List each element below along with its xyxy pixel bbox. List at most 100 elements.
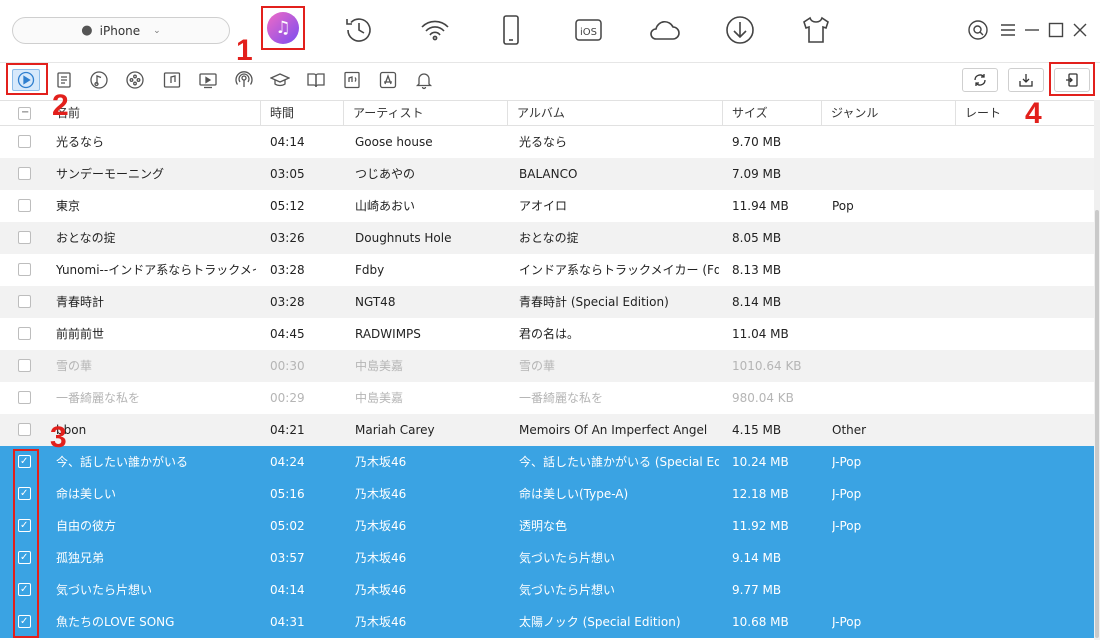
- annotation-4: 4: [1025, 97, 1042, 130]
- table-row[interactable]: おとなの掟 03:26 Doughnuts Hole おとなの掟 8.05 MB: [0, 222, 1094, 254]
- history-button[interactable]: [337, 8, 381, 52]
- cell-time: 04:45: [270, 327, 305, 341]
- search-button[interactable]: [966, 18, 990, 42]
- table-row[interactable]: 光るなら 04:14 Goose house 光るなら 9.70 MB: [0, 126, 1094, 158]
- category-voice-memo[interactable]: [124, 69, 146, 91]
- icloud-button[interactable]: [642, 8, 686, 52]
- cell-album: 雪の華: [519, 359, 556, 373]
- export-to-pc-button[interactable]: [1008, 68, 1044, 92]
- select-all-checkbox[interactable]: −: [18, 107, 31, 120]
- category-alerts[interactable]: [413, 69, 435, 91]
- column-album[interactable]: アルバム: [507, 101, 722, 126]
- download-icon: [726, 16, 754, 44]
- cell-album: 光るなら: [519, 135, 568, 149]
- table-row[interactable]: 自由の彼方 05:02 乃木坂46 透明な色 11.92 MB J-Pop: [0, 510, 1094, 542]
- column-rate[interactable]: レート: [955, 101, 1089, 126]
- table-row[interactable]: 命は美しい 05:16 乃木坂46 命は美しい(Type-A) 12.18 MB J-Po…: [0, 478, 1094, 510]
- cell-genre: [832, 254, 952, 286]
- downloader-button[interactable]: [718, 8, 762, 52]
- cell-album: Memoirs Of An Imperfect Angel: [519, 423, 708, 437]
- device-manager-button[interactable]: [489, 8, 533, 52]
- apple-icon: ●: [81, 23, 93, 38]
- table-row[interactable]: 気づいたら片想い 04:14 乃木坂46 気づいたら片想い 9.77 MB: [0, 574, 1094, 606]
- category-apps[interactable]: [377, 69, 399, 91]
- column-name[interactable]: 名前: [47, 101, 260, 126]
- cell-genre: Other: [832, 423, 867, 437]
- table-row[interactable]: サンデーモーニング 03:05 つじあやの BALANCO 7.09 MB: [0, 158, 1094, 190]
- category-books[interactable]: [305, 69, 327, 91]
- tv-show-icon: [199, 73, 217, 89]
- column-artist[interactable]: アーティスト: [343, 101, 507, 126]
- scrollbar-thumb[interactable]: [1095, 210, 1099, 638]
- cell-size: 7.09 MB: [732, 167, 782, 181]
- voice-memo-icon: [126, 71, 144, 89]
- category-playlist[interactable]: [54, 69, 76, 91]
- row-checkbox[interactable]: [18, 167, 31, 180]
- row-checkbox[interactable]: [18, 327, 31, 340]
- table-row[interactable]: Yunomi--インドア系ならトラックメイカー... 03:28 Fdby インドア系…: [0, 254, 1094, 286]
- category-audiobook[interactable]: [341, 69, 363, 91]
- ringtone-maker-button[interactable]: [794, 8, 838, 52]
- table-row[interactable]: 一番綺麗な私を 00:29 中島美嘉 一番綺麗な私を 980.04 KB: [0, 382, 1094, 414]
- table-row[interactable]: 今、話したい誰かがいる 04:24 乃木坂46 今、話したい誰かがいる (Specia…: [0, 446, 1094, 478]
- cell-artist: Fdby: [355, 263, 385, 277]
- category-podcast[interactable]: [233, 69, 255, 91]
- row-checkbox[interactable]: [18, 295, 31, 308]
- highlight-box-2: [6, 63, 48, 95]
- row-checkbox[interactable]: [18, 199, 31, 212]
- column-size[interactable]: サイズ: [722, 101, 821, 126]
- cell-artist: 乃木坂46: [355, 487, 407, 501]
- category-ringtone[interactable]: [88, 69, 110, 91]
- category-tv-show[interactable]: [197, 69, 219, 91]
- close-button[interactable]: [1070, 18, 1090, 42]
- cell-genre: [832, 126, 952, 158]
- refresh-button[interactable]: [962, 68, 998, 92]
- cell-time: 04:14: [270, 583, 305, 597]
- phone-icon: [503, 15, 519, 45]
- cell-album: 命は美しい(Type-A): [519, 487, 629, 501]
- table-row[interactable]: 雪の華 00:30 中島美嘉 雪の華 1010.64 KB: [0, 350, 1094, 382]
- cell-name: 気づいたら片想い: [56, 583, 153, 597]
- air-backup-button[interactable]: [413, 8, 457, 52]
- cell-size: 9.77 MB: [732, 583, 782, 597]
- cell-size: 10.68 MB: [732, 615, 789, 629]
- cell-artist: 乃木坂46: [355, 519, 407, 533]
- table-row[interactable]: 孤独兄弟 03:57 乃木坂46 気づいたら片想い 9.14 MB: [0, 542, 1094, 574]
- device-selector[interactable]: ● iPhone ⌄: [12, 17, 230, 44]
- row-checkbox[interactable]: [18, 423, 31, 436]
- row-checkbox[interactable]: [18, 391, 31, 404]
- row-checkbox[interactable]: [18, 135, 31, 148]
- music-icon: ♫: [267, 12, 299, 44]
- cell-size: 8.13 MB: [732, 263, 782, 277]
- maximize-button[interactable]: [1046, 18, 1066, 42]
- minimize-button[interactable]: [1022, 18, 1042, 42]
- top-toolbar: ● iPhone ⌄ ♫ iOS: [0, 0, 1100, 62]
- table-row[interactable]: 東京 05:12 山崎あおい アオイロ 11.94 MB Pop: [0, 190, 1094, 222]
- cell-name: サンデーモーニング: [56, 167, 165, 181]
- menu-button[interactable]: [998, 18, 1018, 42]
- cell-time: 03:26: [270, 231, 305, 245]
- table-row[interactable]: 魚たちのLOVE SONG 04:31 乃木坂46 太陽ノック (Special Ed…: [0, 606, 1094, 638]
- cell-artist: Goose house: [355, 135, 433, 149]
- row-checkbox[interactable]: [18, 263, 31, 276]
- cell-album: 青春時計 (Special Edition): [519, 295, 669, 309]
- cell-size: 8.14 MB: [732, 295, 782, 309]
- device-name: iPhone: [99, 23, 141, 38]
- cell-artist: 山崎あおい: [355, 199, 416, 213]
- music-manager-button[interactable]: ♫: [261, 6, 305, 50]
- table-header: − 名前 時間 アーティスト アルバム サイズ ジャンル レート: [0, 100, 1094, 126]
- annotation-2: 2: [52, 89, 69, 122]
- category-itunes-u[interactable]: [269, 69, 291, 91]
- row-checkbox[interactable]: [18, 359, 31, 372]
- column-time[interactable]: 時間: [260, 101, 343, 126]
- cell-name: 孤独兄弟: [56, 551, 105, 565]
- ios-mover-button[interactable]: iOS: [566, 8, 610, 52]
- column-genre[interactable]: ジャンル: [821, 101, 955, 126]
- cell-genre: [832, 286, 952, 318]
- table-row[interactable]: bbon 04:21 Mariah Carey Memoirs Of An Imper…: [0, 414, 1094, 446]
- table-row[interactable]: 青春時計 03:28 NGT48 青春時計 (Special Edition) 8.14…: [0, 286, 1094, 318]
- category-music-video[interactable]: [161, 69, 183, 91]
- search-icon: [968, 20, 988, 40]
- row-checkbox[interactable]: [18, 231, 31, 244]
- table-row[interactable]: 前前前世 04:45 RADWIMPS 君の名は。 11.04 MB: [0, 318, 1094, 350]
